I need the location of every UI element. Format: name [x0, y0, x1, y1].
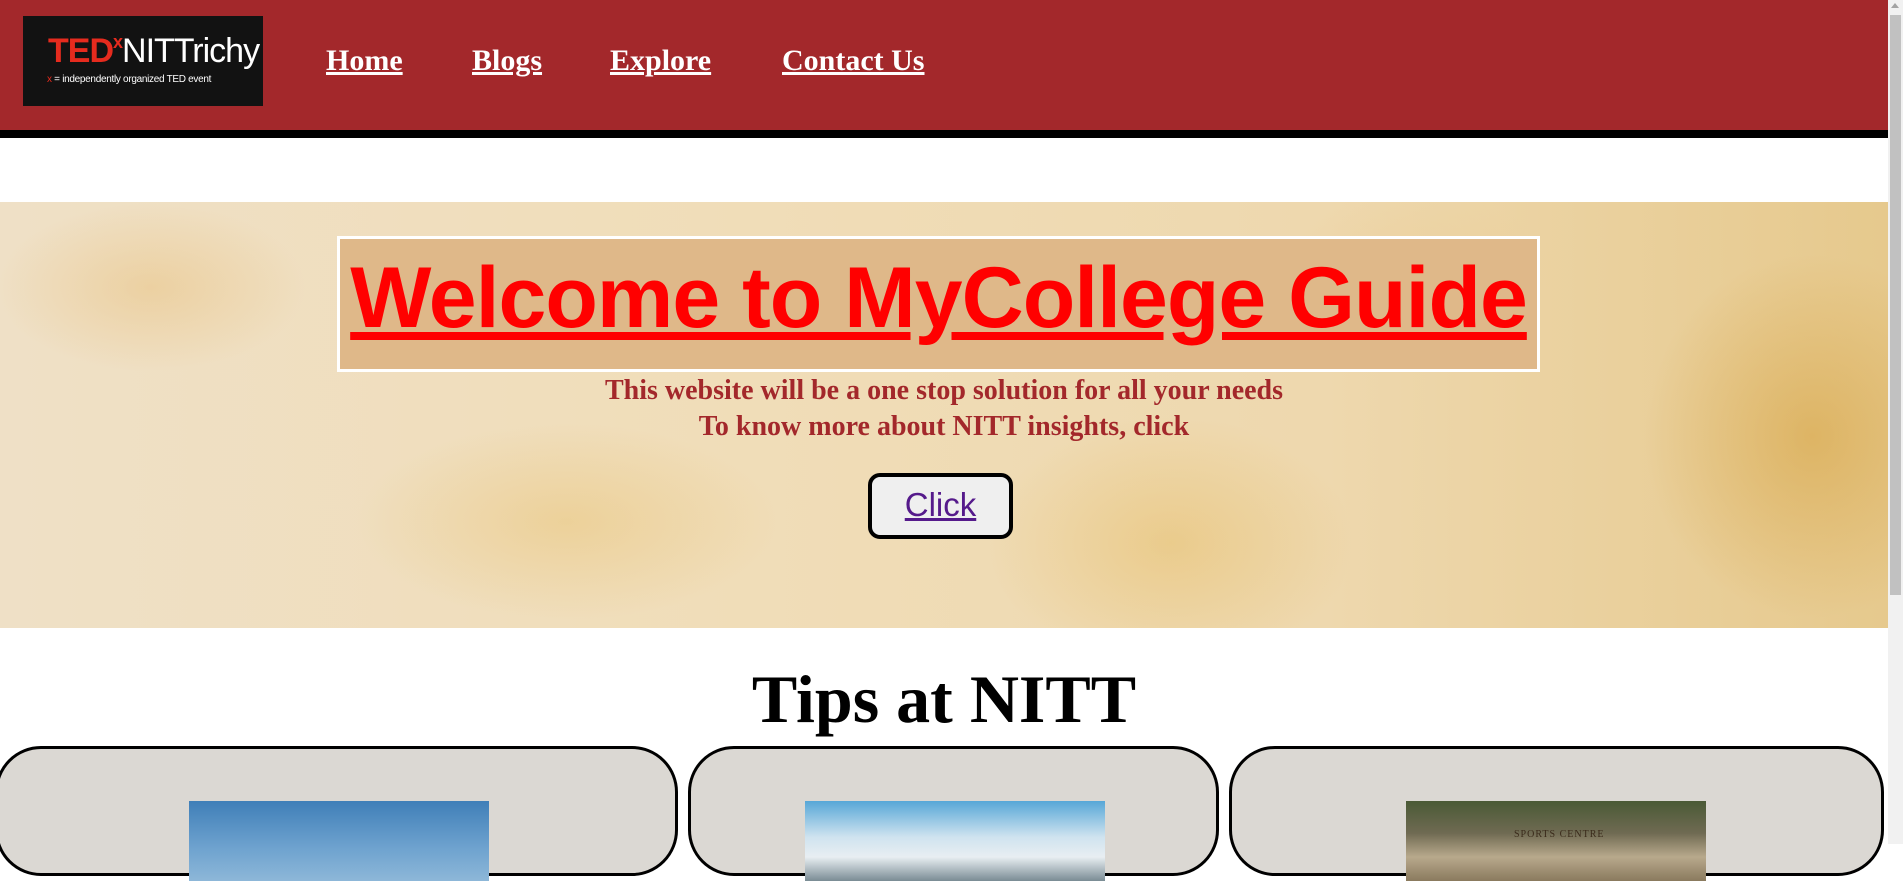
nav-link-contact-us[interactable]: Contact Us: [782, 44, 925, 78]
logo-tagline: x = independently organized TED event: [47, 74, 212, 85]
nav-link-home[interactable]: Home: [326, 44, 403, 78]
tip-card-image[interactable]: SPORTS CENTRE: [1406, 801, 1706, 881]
scroll-up-arrow-icon[interactable]: [1891, 3, 1899, 8]
scrollbar-thumb[interactable]: [1890, 15, 1901, 595]
tedx-logo[interactable]: TEDxNITTrichy x = independently organize…: [23, 16, 263, 106]
page-scrollbar[interactable]: [1888, 0, 1903, 844]
tip-card-1[interactable]: [0, 746, 678, 881]
tip-card-3[interactable]: SPORTS CENTRE: [1229, 746, 1884, 881]
tip-card-image[interactable]: [189, 801, 489, 881]
site-header: TEDxNITTrichy x = independently organize…: [0, 0, 1888, 138]
nav-link-blogs[interactable]: Blogs: [472, 44, 542, 78]
welcome-title-box: Welcome to MyCollege Guide: [337, 236, 1540, 372]
tip-card-2[interactable]: [688, 746, 1219, 881]
sports-centre-sign: SPORTS CENTRE: [1514, 829, 1605, 840]
logo-wordmark: TEDxNITTrichy: [48, 32, 260, 70]
hero-subtitle-line-2: To know more about NITT insights, click: [698, 411, 1190, 442]
tip-card-image[interactable]: [805, 801, 1105, 881]
click-button[interactable]: Click: [868, 473, 1013, 539]
nav-link-explore[interactable]: Explore: [610, 44, 711, 78]
tips-section-title: Tips at NITT: [751, 661, 1137, 737]
page-title: Welcome to MyCollege Guide: [350, 250, 1528, 346]
hero-subtitle-line-1: This website will be a one stop solution…: [604, 375, 1284, 406]
